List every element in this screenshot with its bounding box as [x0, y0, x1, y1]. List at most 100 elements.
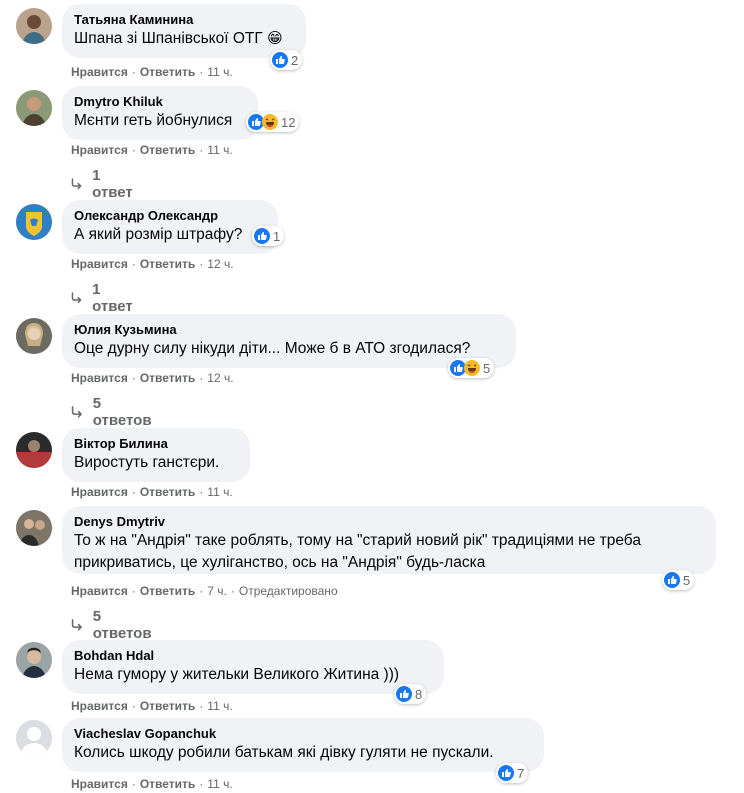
- comment-text: Виростуть ганстєри.: [74, 454, 220, 471]
- comment-actions: Нравится · Ответить · 11 ч.: [71, 65, 233, 79]
- reply-button[interactable]: Ответить: [140, 257, 195, 271]
- comment-actions: Нравится · Ответить · 11 ч.: [71, 699, 233, 713]
- comment-author[interactable]: Viacheslav Gopanchuk: [74, 726, 532, 742]
- comment-time[interactable]: 11 ч.: [207, 65, 232, 79]
- comment-text: Шпана зі Шпанівської ОТГ 😁: [74, 30, 283, 47]
- like-button[interactable]: Нравится: [71, 143, 128, 157]
- comment-bubble: Viacheslav Gopanchuk Колись шкоду робили…: [62, 718, 544, 772]
- comment-time[interactable]: 11 ч.: [207, 777, 232, 791]
- replies-count: 5 ответов: [92, 608, 152, 642]
- like-reaction-icon: [664, 572, 680, 588]
- like-button[interactable]: Нравится: [71, 371, 128, 385]
- reaction-count: 2: [291, 52, 299, 68]
- reaction-count: 7: [517, 765, 525, 781]
- reaction-count: 8: [415, 686, 423, 702]
- reaction-count: 12: [281, 114, 296, 130]
- comment-author[interactable]: Олександр Олександр: [74, 208, 266, 224]
- avatar[interactable]: [16, 510, 52, 546]
- like-button[interactable]: Нравится: [71, 584, 128, 598]
- comment-text: Оце дурну силу нікуди діти... Може б в А…: [74, 340, 471, 357]
- avatar[interactable]: [16, 642, 52, 678]
- reply-button[interactable]: Ответить: [140, 143, 195, 157]
- like-button[interactable]: Нравится: [71, 257, 128, 271]
- reaction-count: 1: [273, 228, 281, 244]
- comment-bubble: Юлия Кузьмина Оце дурну силу нікуди діти…: [62, 314, 516, 368]
- comment-bubble: Татьяна Каминина Шпана зі Шпанівської ОТ…: [62, 4, 306, 58]
- view-replies-button[interactable]: 1 ответ: [70, 167, 136, 201]
- reply-arrow-icon: [71, 406, 82, 418]
- grin-emoji: 😁: [267, 30, 283, 47]
- like-button[interactable]: Нравится: [71, 485, 128, 499]
- avatar[interactable]: [16, 318, 52, 354]
- comment-time[interactable]: 11 ч.: [207, 143, 232, 157]
- comment-author[interactable]: Denys Dmytriv: [74, 514, 704, 530]
- comment-text: То ж на "Андрія" таке роблять, тому на "…: [74, 530, 704, 574]
- reaction-summary[interactable]: 8: [394, 684, 427, 704]
- comment-time[interactable]: 11 ч.: [207, 485, 232, 499]
- comment-actions: Нравится · Ответить · 11 ч.: [71, 485, 233, 499]
- replies-count: 5 ответов: [92, 395, 152, 429]
- avatar[interactable]: [16, 204, 52, 240]
- avatar[interactable]: [16, 432, 52, 468]
- comment-bubble: Олександр Олександр А який розмір штрафу…: [62, 200, 278, 254]
- view-replies-button[interactable]: 5 ответов: [70, 395, 154, 429]
- reply-arrow-icon: [71, 619, 82, 631]
- reaction-summary[interactable]: 1: [252, 226, 285, 246]
- comment-actions: Нравится · Ответить · 7 ч. · Отредактировано: [71, 584, 338, 598]
- comment-actions: Нравится · Ответить · 12 ч.: [71, 371, 234, 385]
- comment-text: Колись шкоду робили батькам які дівку гу…: [74, 744, 494, 761]
- like-button[interactable]: Нравится: [71, 699, 128, 713]
- reaction-summary[interactable]: 2: [270, 50, 303, 70]
- avatar[interactable]: [16, 8, 52, 44]
- reply-button[interactable]: Ответить: [140, 65, 195, 79]
- like-button[interactable]: Нравится: [71, 65, 128, 79]
- comment-text: А який розмір штрафу?: [74, 226, 243, 243]
- comment-bubble: Bohdan Hdal Нема гумору у жительки Велик…: [62, 640, 444, 694]
- reply-button[interactable]: Ответить: [140, 777, 195, 791]
- like-reaction-icon: [396, 686, 412, 702]
- haha-reaction-icon: [464, 360, 480, 376]
- haha-reaction-icon: [262, 114, 278, 130]
- comment-actions: Нравится · Ответить · 11 ч.: [71, 143, 233, 157]
- like-reaction-icon: [254, 228, 270, 244]
- reply-arrow-icon: [71, 292, 82, 304]
- reaction-summary[interactable]: 12: [246, 112, 300, 132]
- like-reaction-icon: [498, 765, 514, 781]
- comment-text-line: То ж на "Андрія" таке роблять, тому на "…: [74, 532, 641, 549]
- reply-button[interactable]: Ответить: [140, 485, 195, 499]
- comment-author[interactable]: Юлия Кузьмина: [74, 322, 504, 338]
- comment-author[interactable]: Dmytro Khiluk: [74, 94, 246, 110]
- comment-actions: Нравится · Ответить · 12 ч.: [71, 257, 234, 271]
- reaction-summary[interactable]: 5: [448, 358, 495, 378]
- reaction-summary[interactable]: 5: [662, 570, 695, 590]
- view-replies-button[interactable]: 5 ответов: [70, 608, 154, 642]
- reply-button[interactable]: Ответить: [140, 584, 195, 598]
- reaction-count: 5: [683, 572, 691, 588]
- default-avatar[interactable]: [16, 720, 52, 756]
- avatar[interactable]: [16, 90, 52, 126]
- comment-text-line: прикриватись, це хуліганство, ось на "Ан…: [74, 554, 486, 571]
- comment-time[interactable]: 7 ч.: [207, 584, 227, 598]
- like-button[interactable]: Нравится: [71, 777, 128, 791]
- reaction-count: 5: [483, 360, 491, 376]
- reply-button[interactable]: Ответить: [140, 371, 195, 385]
- comment-author[interactable]: Віктор Билина: [74, 436, 238, 452]
- comment-actions: Нравится · Ответить · 11 ч.: [71, 777, 233, 791]
- comment-bubble: Віктор Билина Виростуть ганстєри.: [62, 428, 250, 482]
- comment-bubble: Dmytro Khiluk Мєнти геть йобнулися: [62, 86, 258, 140]
- comment-author[interactable]: Bohdan Hdal: [74, 648, 432, 664]
- comment-time[interactable]: 12 ч.: [207, 257, 233, 271]
- reaction-summary[interactable]: 7: [496, 763, 529, 783]
- comment-time[interactable]: 11 ч.: [207, 699, 232, 713]
- view-replies-button[interactable]: 1 ответ: [70, 281, 136, 315]
- comment-text: Мєнти геть йобнулися: [74, 112, 233, 129]
- comment-time[interactable]: 12 ч.: [207, 371, 233, 385]
- like-reaction-icon: [272, 52, 288, 68]
- reply-button[interactable]: Ответить: [140, 699, 195, 713]
- edited-label[interactable]: Отредактировано: [239, 584, 338, 598]
- replies-count: 1 ответ: [92, 167, 133, 201]
- replies-count: 1 ответ: [92, 281, 133, 315]
- reply-arrow-icon: [71, 178, 82, 190]
- comment-author[interactable]: Татьяна Каминина: [74, 12, 294, 28]
- comment-bubble: Denys Dmytriv То ж на "Андрія" таке робл…: [62, 506, 716, 574]
